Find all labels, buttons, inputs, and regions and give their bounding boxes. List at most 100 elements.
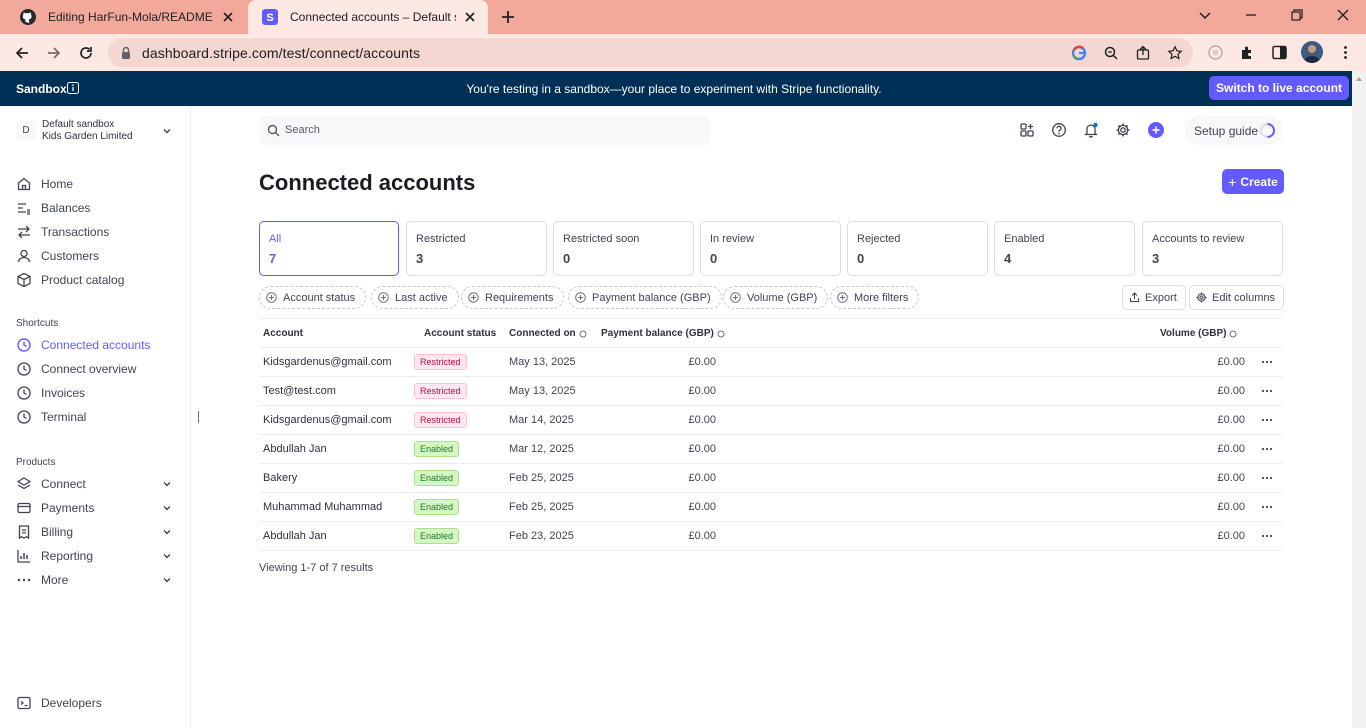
minimize-icon[interactable] <box>1243 7 1259 23</box>
scroll-up-icon[interactable] <box>1355 75 1363 83</box>
share-icon[interactable] <box>1135 45 1151 61</box>
account-cell: Kidsgardenus@gmail.com <box>263 356 392 368</box>
status-card-enabled[interactable]: Enabled 4 <box>994 221 1135 276</box>
sidebar-item-label: Billing <box>41 525 74 539</box>
sidebar-item-connect-overview[interactable]: Connect overview <box>16 359 176 379</box>
sidebar-item-more[interactable]: More <box>16 570 176 590</box>
payments-icon <box>17 502 31 514</box>
sidebar-item-connect[interactable]: Connect <box>16 474 176 494</box>
column-account-status[interactable]: Account status <box>424 328 496 339</box>
sidebar-item-home[interactable]: Home <box>16 174 176 194</box>
row-actions-icon[interactable] <box>1260 502 1274 512</box>
filter-more-filters[interactable]: More filters <box>830 286 920 309</box>
switch-to-live-button[interactable]: Switch to live account <box>1209 76 1350 100</box>
status-card-rejected[interactable]: Rejected 0 <box>847 221 988 276</box>
table-row[interactable]: Kidsgardenus@gmail.com Restricted May 13… <box>259 348 1283 377</box>
filter-payment-balance[interactable]: Payment balance (GBP) <box>568 286 722 309</box>
sidebar-item-balances[interactable]: Balances <box>16 198 176 218</box>
filter-requirements[interactable]: Requirements <box>461 286 565 309</box>
browser-tab-stripe[interactable]: S Connected accounts – Default sa <box>248 0 488 34</box>
sidebar-item-label: Transactions <box>41 225 110 239</box>
export-label: Export <box>1145 291 1177 304</box>
close-tab-icon[interactable] <box>462 9 478 25</box>
row-actions-icon[interactable] <box>1260 415 1274 425</box>
edit-columns-button[interactable]: Edit columns <box>1189 285 1284 310</box>
column-account[interactable]: Account <box>263 328 303 339</box>
sidebar-item-label: Reporting <box>41 549 94 563</box>
row-actions-icon[interactable] <box>1260 386 1274 396</box>
row-actions-icon[interactable] <box>1260 531 1274 541</box>
status-card-restricted[interactable]: Restricted 3 <box>406 221 547 276</box>
back-icon[interactable] <box>13 44 31 62</box>
filter-volume[interactable]: Volume (GBP) <box>723 286 829 309</box>
bookmark-star-icon[interactable] <box>1167 45 1183 61</box>
sidebar-item-billing[interactable]: Billing <box>16 522 176 542</box>
extensions-puzzle-icon[interactable] <box>1239 44 1256 61</box>
column-volume[interactable]: Volume (GBP) <box>1160 328 1237 339</box>
plus-icon: + <box>1228 173 1237 190</box>
status-card-accounts-to-review[interactable]: Accounts to review 3 <box>1142 221 1283 276</box>
table-row[interactable]: Kidsgardenus@gmail.com Restricted Mar 14… <box>259 406 1283 435</box>
column-payment-balance[interactable]: Payment balance (GBP) <box>601 328 725 339</box>
filter-account-status[interactable]: Account status <box>259 286 367 309</box>
table-row[interactable]: Abdullah Jan Enabled Mar 12, 2025 £0.00 … <box>259 435 1283 464</box>
sidebar-item-payments[interactable]: Payments <box>16 498 176 518</box>
setup-guide-button[interactable]: Setup guide <box>1185 116 1283 145</box>
search-input[interactable]: Search <box>259 116 710 145</box>
lock-icon[interactable] <box>118 45 134 61</box>
status-card-all[interactable]: All 7 <box>259 221 399 276</box>
export-button[interactable]: Export <box>1122 285 1186 310</box>
close-window-icon[interactable] <box>1335 7 1351 23</box>
page-scrollbar[interactable] <box>1352 71 1366 728</box>
filter-last-active[interactable]: Last active <box>371 286 459 309</box>
google-icon[interactable] <box>1071 45 1087 61</box>
sidebar-item-reporting[interactable]: Reporting <box>16 546 176 566</box>
extension-circle-icon[interactable] <box>1207 44 1224 61</box>
restore-icon[interactable] <box>1289 7 1305 23</box>
table-row[interactable]: Bakery Enabled Feb 25, 2025 £0.00 £0.00 <box>259 464 1283 493</box>
notifications-bell-icon[interactable] <box>1083 122 1099 138</box>
sidebar-item-customers[interactable]: Customers <box>16 246 176 266</box>
forward-icon[interactable] <box>45 44 63 62</box>
sidebar-item-label: Balances <box>41 201 91 215</box>
edit-columns-label: Edit columns <box>1212 291 1275 304</box>
sidebar-item-connected-accounts[interactable]: Connected accounts <box>16 335 176 355</box>
sidebar-item-terminal[interactable]: Terminal <box>16 407 176 427</box>
table-row[interactable]: Test@test.com Restricted May 13, 2025 £0… <box>259 377 1283 406</box>
row-actions-icon[interactable] <box>1260 473 1274 483</box>
sidebar-item-product-catalog[interactable]: Product catalog <box>16 270 176 290</box>
status-card-in-review[interactable]: In review 0 <box>700 221 841 276</box>
progress-ring-icon <box>1260 123 1275 138</box>
profile-avatar[interactable] <box>1301 41 1323 63</box>
browser-tab-github[interactable]: Editing HarFun-Mola/README.m <box>6 0 246 34</box>
help-icon[interactable] <box>1051 122 1067 138</box>
reload-icon[interactable] <box>77 44 95 62</box>
account-switcher[interactable]: D Default sandbox Kids Garden Limited <box>16 119 176 143</box>
sidebar-item-invoices[interactable]: Invoices <box>16 383 176 403</box>
close-tab-icon[interactable] <box>220 9 236 25</box>
zoom-icon[interactable] <box>1103 45 1119 61</box>
table-row[interactable]: Muhammad Muhammad Enabled Feb 25, 2025 £… <box>259 493 1283 522</box>
clock-icon <box>17 338 31 352</box>
tab-search-icon[interactable] <box>1197 7 1213 23</box>
settings-gear-icon[interactable] <box>1115 122 1131 138</box>
plus-circle-icon <box>575 292 586 303</box>
sidebar-item-developers[interactable]: Developers <box>16 693 176 713</box>
browser-menu-icon[interactable] <box>1337 44 1354 61</box>
status-badge: Restricted <box>414 383 467 399</box>
address-bar[interactable]: dashboard.stripe.com/test/connect/accoun… <box>108 38 1193 67</box>
side-panel-icon[interactable] <box>1271 44 1288 61</box>
row-actions-icon[interactable] <box>1260 357 1274 367</box>
create-button[interactable]: + Create <box>1222 169 1284 194</box>
table-row[interactable]: Abdullah Jan Enabled Feb 23, 2025 £0.00 … <box>259 522 1283 551</box>
account-cell: Test@test.com <box>263 385 336 397</box>
row-actions-icon[interactable] <box>1260 444 1274 454</box>
apps-icon[interactable] <box>1019 122 1035 138</box>
add-plus-icon[interactable] <box>1148 122 1164 138</box>
column-connected-on[interactable]: Connected on <box>509 328 587 339</box>
sidebar-resize-handle[interactable] <box>198 411 199 423</box>
status-card-restricted-soon[interactable]: Restricted soon 0 <box>553 221 694 276</box>
status-badge: Enabled <box>414 470 460 486</box>
sidebar-item-transactions[interactable]: Transactions <box>16 222 176 242</box>
new-tab-icon[interactable] <box>500 9 516 25</box>
